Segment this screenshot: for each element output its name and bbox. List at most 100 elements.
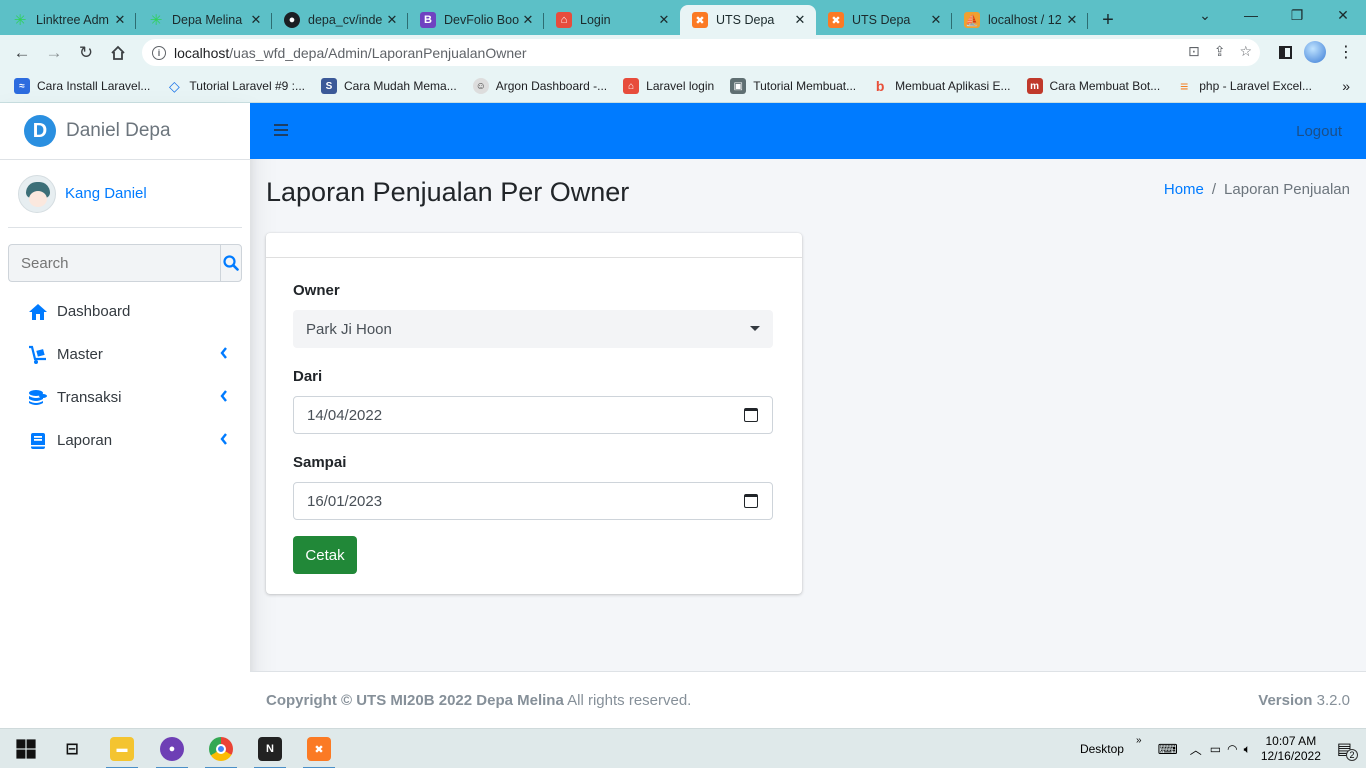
dari-date-input[interactable]: 14/04/2022	[293, 396, 773, 434]
owner-select[interactable]: Park Ji Hoon	[293, 310, 773, 348]
close-tab-icon[interactable]: ✕	[1064, 12, 1080, 28]
menu-toggle-icon[interactable]	[274, 124, 288, 139]
caret-down-icon	[750, 326, 760, 331]
coins-icon	[28, 388, 48, 408]
user-panel: Kang Daniel	[8, 160, 242, 228]
side-panel-icon[interactable]	[1279, 45, 1292, 59]
toolbar-expand-icon[interactable]: »	[1136, 735, 1142, 746]
linktree-icon: ✳	[149, 12, 163, 29]
footer-copyright: Copyright © UTS MI20B 2022 Depa Melina A…	[266, 692, 692, 709]
chrome-icon[interactable]	[205, 737, 237, 768]
brand-link[interactable]: D Daniel Depa	[0, 103, 250, 160]
sidebar-item-label: Master	[57, 346, 103, 363]
browser-menu-icon[interactable]: ⋮	[1338, 42, 1354, 62]
dari-label: Dari	[293, 368, 323, 385]
browser-tab[interactable]: ● depa_cv/inde ✕	[272, 5, 408, 35]
show-hidden-icons-icon[interactable]: ︿	[1190, 741, 1202, 758]
task-view-icon[interactable]: ⊟	[60, 737, 84, 761]
clock[interactable]: 10:07 AM 12/16/2022	[1261, 734, 1321, 764]
browser-tab-active[interactable]: ✖ UTS Depa ✕	[680, 5, 816, 35]
dari-date-value: 14/04/2022	[307, 406, 383, 424]
tab-search-icon[interactable]: ⌄	[1182, 0, 1228, 30]
notification-center-icon[interactable]: ▤ 2	[1337, 739, 1358, 761]
calendar-icon[interactable]	[744, 408, 758, 422]
browser-tab[interactable]: ✳ Linktree Adm ✕	[0, 5, 136, 35]
browser-tab-strip: ✳ Linktree Adm ✕ ✳ Depa Melina ✕ ● depa_…	[0, 0, 1366, 35]
address-bar[interactable]: i localhost/uas_wfd_depa/Admin/LaporanPe…	[142, 39, 1260, 66]
close-tab-icon[interactable]: ✕	[112, 12, 128, 28]
close-tab-icon[interactable]: ✕	[248, 12, 264, 28]
logout-link[interactable]: Logout	[1296, 123, 1342, 140]
sampai-date-value: 16/01/2023	[307, 492, 383, 510]
search-button[interactable]	[220, 244, 242, 282]
github-icon: ●	[284, 12, 300, 28]
bookmark-icon: ☺	[472, 78, 489, 94]
user-name-link[interactable]: Kang Daniel	[65, 185, 147, 202]
wifi-icon[interactable]: ◠	[1227, 742, 1237, 756]
close-tab-icon[interactable]: ✕	[928, 12, 944, 28]
windows-start-icon[interactable]	[14, 737, 38, 761]
bootstrap-icon: B	[420, 12, 436, 28]
close-window-icon[interactable]: ✕	[1320, 0, 1366, 30]
avatar	[18, 174, 56, 213]
sidebar-item-master[interactable]: Master	[0, 333, 250, 376]
sidebar-item-transaksi[interactable]: Transaksi	[0, 376, 250, 419]
browser-tab[interactable]: ⌂ Login ✕	[544, 5, 680, 35]
sidebar-item-laporan[interactable]: Laporan	[0, 419, 250, 462]
browser-tab[interactable]: B DevFolio Boo ✕	[408, 5, 544, 35]
notification-count: 2	[1346, 749, 1358, 761]
close-tab-icon[interactable]: ✕	[792, 12, 808, 28]
sampai-date-input[interactable]: 16/01/2023	[293, 482, 773, 520]
bookmark-item[interactable]: ▣ Tutorial Membuat...	[730, 78, 856, 94]
battery-icon[interactable]: ▭	[1210, 742, 1221, 756]
chevron-left-icon	[220, 433, 227, 445]
bookmark-item[interactable]: S Cara Mudah Mema...	[321, 78, 457, 94]
sidebar-item-dashboard[interactable]: Dashboard	[0, 290, 250, 333]
new-tab-button[interactable]: +	[1088, 5, 1128, 35]
bookmark-item[interactable]: m Cara Membuat Bot...	[1026, 78, 1160, 94]
cetak-button[interactable]: Cetak	[293, 536, 357, 574]
calendar-icon[interactable]	[744, 494, 758, 508]
restore-icon[interactable]: ❐	[1274, 0, 1320, 30]
brand-name: Daniel Depa	[66, 120, 171, 141]
search-input[interactable]	[8, 244, 220, 282]
back-icon[interactable]: ←	[6, 37, 38, 69]
share-icon[interactable]: ⇪	[1214, 43, 1226, 60]
volume-icon[interactable]: 🔈︎	[1244, 742, 1251, 757]
bookmark-item[interactable]: ◇ Tutorial Laravel #9 :...	[166, 78, 305, 94]
xampp-icon[interactable]: ✖	[303, 737, 335, 768]
browser-tab[interactable]: ✳ Depa Melina ✕	[136, 5, 272, 35]
bookmark-icon: ◇	[169, 77, 180, 94]
reload-icon[interactable]: ↻	[70, 37, 102, 69]
close-tab-icon[interactable]: ✕	[384, 12, 400, 28]
keyboard-icon[interactable]: ⌨	[1158, 741, 1178, 758]
translate-icon[interactable]: ⊡	[1188, 43, 1200, 60]
desktop-toolbar-label[interactable]: Desktop	[1080, 742, 1124, 756]
bookmark-item[interactable]: ⌂ Laravel login	[623, 78, 714, 94]
home-page-icon[interactable]	[102, 37, 134, 69]
bookmark-star-icon[interactable]: ☆	[1239, 43, 1252, 60]
close-tab-icon[interactable]: ✕	[520, 12, 536, 28]
file-explorer-icon[interactable]: ▬	[106, 737, 138, 768]
bookmarks-bar: ≈ Cara Install Laravel... ◇ Tutorial Larav…	[0, 70, 1366, 103]
bookmark-item[interactable]: ☺ Argon Dashboard -...	[472, 78, 607, 94]
minimize-icon[interactable]: —	[1228, 0, 1274, 30]
bookmark-icon: b	[875, 78, 885, 94]
forward-icon[interactable]: →	[38, 37, 70, 69]
bookmark-item[interactable]: ≡ php - Laravel Excel...	[1176, 78, 1312, 94]
bookmark-item[interactable]: ≈ Cara Install Laravel...	[14, 78, 150, 94]
browser-tab[interactable]: ✖ UTS Depa ✕	[816, 5, 952, 35]
window-controls: ⌄ — ❐ ✕	[1182, 0, 1366, 30]
bookmark-item[interactable]: b Membuat Aplikasi E...	[872, 78, 1011, 94]
site-info-icon[interactable]: i	[152, 45, 166, 60]
house-icon: ⌂	[556, 12, 572, 28]
linktree-icon: ✳	[13, 12, 27, 29]
notion-icon[interactable]: N	[254, 737, 286, 768]
close-tab-icon[interactable]: ✕	[656, 12, 672, 28]
browser-tab[interactable]: ⛵ localhost / 12 ✕	[952, 5, 1088, 35]
more-bookmarks-icon[interactable]: »	[1342, 78, 1350, 94]
github-desktop-icon[interactable]: ●	[156, 737, 188, 768]
breadcrumb-home-link[interactable]: Home	[1164, 181, 1204, 198]
profile-avatar-icon[interactable]	[1304, 41, 1326, 63]
xampp-icon: ✖	[828, 12, 844, 28]
